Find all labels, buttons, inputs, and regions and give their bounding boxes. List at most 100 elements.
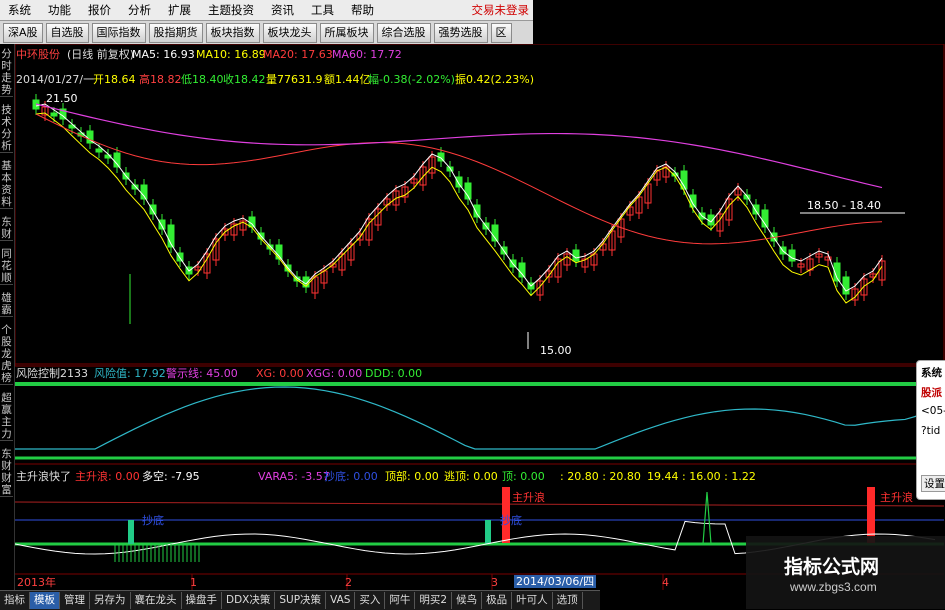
chart-period: (日线 前复权) <box>67 48 135 61</box>
indicator-tab-15[interactable]: 选顶 <box>553 592 583 609</box>
toolbar-button-3[interactable]: 股指期货 <box>148 22 203 43</box>
main-panel-title: 主升浪快了 <box>16 470 71 483</box>
left-tab-4[interactable]: 同花顺 <box>0 248 13 285</box>
left-tab-7[interactable]: 超赢主力 <box>0 392 13 441</box>
left-tab-6[interactable]: 个股龙虎榜 <box>0 324 13 385</box>
toolbar-button-7[interactable]: 综合选股 <box>376 22 431 43</box>
toolbar-button-2[interactable]: 国际指数 <box>91 22 146 43</box>
xg-value: XG: 0.00 <box>256 367 304 380</box>
toolbar-button-8[interactable]: 强势选股 <box>433 22 488 43</box>
ohlc-volume: 量77631.9 <box>266 73 323 86</box>
candle-body <box>473 204 481 218</box>
vara5-value: VARA5: -3.57 <box>258 470 330 483</box>
candle-body <box>752 204 760 215</box>
left-tab-5[interactable]: 雄霸 <box>0 292 13 317</box>
candle-body <box>95 148 103 153</box>
main-spike <box>702 491 712 545</box>
popup-line-1: 股派 <box>921 387 942 399</box>
candle-body <box>275 244 283 260</box>
indicator-tab-14[interactable]: 叶可人 <box>512 592 553 609</box>
menu-item-6[interactable]: 资讯 <box>263 0 303 20</box>
indicator-tab-0[interactable]: 指标 <box>0 592 30 609</box>
menu-item-0[interactable]: 系统 <box>0 0 40 20</box>
indicator-tab-9[interactable]: 买入 <box>355 592 386 609</box>
system-popup[interactable]: 系统 股派 <05- ?tid 设置 <box>916 360 945 500</box>
warn-line-value: 警示线: 45.00 <box>166 367 238 380</box>
toolbar-button-9[interactable]: 区 <box>490 22 512 43</box>
left-tab-8[interactable]: 东财财富 <box>0 448 13 497</box>
ohlc-close: 收18.42 <box>223 73 266 86</box>
low-price-mark: 15.00 <box>540 344 572 357</box>
ohlc-date: 2014/01/27/一 <box>16 73 95 86</box>
toolbar-button-0[interactable]: 深A股 <box>3 22 43 43</box>
indicator-tab-10[interactable]: 阿牛 <box>385 592 416 609</box>
candle-body <box>518 262 526 278</box>
indicator-tab-5[interactable]: 操盘手 <box>182 592 222 609</box>
popup-title: 系统 <box>921 367 942 379</box>
cd-value: 抄底: 0.00 <box>324 470 378 483</box>
left-tab-0[interactable]: 分时走势 <box>0 48 13 97</box>
axis-month-2: 2 <box>345 576 352 589</box>
indicator-tab-6[interactable]: DDX决策 <box>222 592 276 609</box>
ohlc-low: 低18.40 <box>181 73 224 86</box>
risk-panel-title: 风险控制2133 <box>16 367 88 380</box>
popup-settings-button[interactable]: 设置 <box>921 475 945 492</box>
dk-value: 多空: -7.95 <box>142 470 200 483</box>
range-price-mark: 18.50 - 18.40 <box>807 199 881 212</box>
left-tab-2[interactable]: 基本资料 <box>0 160 13 209</box>
ddd-value: DDD: 0.00 <box>365 367 423 380</box>
menu-item-3[interactable]: 分析 <box>120 0 160 20</box>
toolbar-button-4[interactable]: 板块指数 <box>205 22 260 43</box>
chart-canvas[interactable] <box>15 44 945 590</box>
indicator-tab-bar: 指标 模板 管理 另存为 襄在龙头 操盘手 DDX决策 SUP决策 VAS 买入 阿牛 明买2 候鸟 极品… <box>0 590 600 610</box>
indicator-tab-7[interactable]: SUP决策 <box>275 592 327 609</box>
left-tab-1[interactable]: 技术分析 <box>0 104 13 153</box>
ma5-value: MA5: 16.93 <box>132 48 195 61</box>
menu-item-5[interactable]: 主题投资 <box>200 0 263 20</box>
menu-item-8[interactable]: 帮助 <box>343 0 383 20</box>
menu-item-2[interactable]: 报价 <box>80 0 120 20</box>
ohlc-amount: 额1.44亿 <box>324 73 371 86</box>
popup-line-2: <05- <box>921 405 945 417</box>
left-tab-strip: 分时走势技术分析基本资料东财同花顺雄霸个股龙虎榜超赢主力东财财富 <box>0 44 15 600</box>
candle-body <box>149 204 157 215</box>
cursor-date: 2014/03/06/四 <box>514 575 597 588</box>
menu-item-1[interactable]: 功能 <box>40 0 80 20</box>
axis-year: 2013年 <box>17 576 56 589</box>
toolbar-button-5[interactable]: 板块龙头 <box>262 22 317 43</box>
indicator-tab-2[interactable]: 管理 <box>60 592 90 609</box>
risk-line <box>15 386 936 450</box>
indicator-tab-3[interactable]: 另存为 <box>90 592 131 609</box>
indicator-tab-11[interactable]: 明买2 <box>415 592 453 609</box>
menu-bar: 系统 功能 报价 分析 扩展 主题投资 资讯 工具 帮助 交易未登录 <box>0 0 533 21</box>
left-tab-3[interactable]: 东财 <box>0 216 13 241</box>
candle-body <box>50 112 58 117</box>
signal-bar-1 <box>128 520 134 544</box>
toolbar-button-6[interactable]: 所属板块 <box>319 22 374 43</box>
dbu-value: 顶部: 0.00 <box>385 470 439 483</box>
watermark-title: 指标公式网 <box>784 556 880 578</box>
xd-value: 逃顶: 0.00 <box>444 470 498 483</box>
candle-body <box>113 152 121 168</box>
xiang-value: 顶: 0.00 <box>502 470 545 483</box>
toolbar-button-1[interactable]: 自选股 <box>45 22 89 43</box>
axis-month-1: 1 <box>190 576 197 589</box>
menu-item-4[interactable]: 扩展 <box>160 0 200 20</box>
candle-body <box>572 249 580 262</box>
ma60-value: MA60: 17.72 <box>332 48 402 61</box>
menu-item-7[interactable]: 工具 <box>303 0 343 20</box>
zsl-value: 主升浪: 0.00 <box>75 470 140 483</box>
signal-cd-2: 抄底 <box>500 514 522 527</box>
indicator-tab-8[interactable]: VAS <box>326 592 356 609</box>
indicator-tab-1[interactable]: 模板 <box>30 592 60 609</box>
ma10-value: MA10: 16.89 <box>196 48 266 61</box>
ohlc-high: 高18.82 <box>139 73 182 86</box>
indicator-tab-13[interactable]: 极品 <box>482 592 513 609</box>
indicator-tab-4[interactable]: 襄在龙头 <box>131 592 182 609</box>
signal-bar-2 <box>485 520 491 544</box>
stock-name: 中环股份 <box>16 48 60 61</box>
indicator-tab-12[interactable]: 候鸟 <box>452 592 483 609</box>
ohlc-open: 开18.64 <box>93 73 136 86</box>
signal-zsl-2: 主升浪 <box>880 491 913 504</box>
login-status[interactable]: 交易未登录 <box>472 0 530 20</box>
